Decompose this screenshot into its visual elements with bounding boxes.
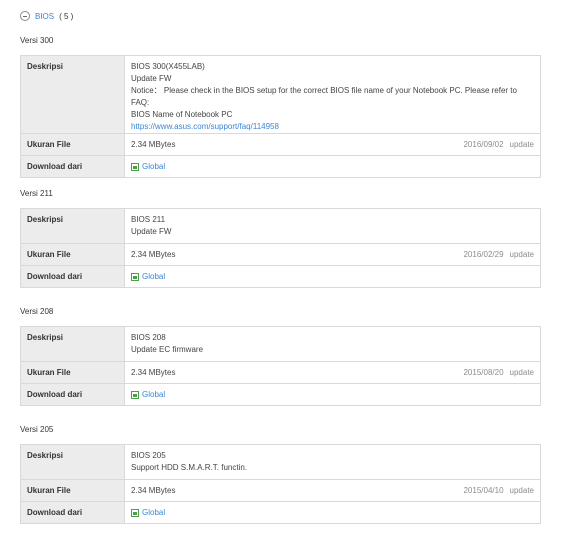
description-row: Deskripsi BIOS 205 Support HDD S.M.A.R.T… [20,444,541,480]
download-from-label: Download dari [20,265,125,288]
version-title: Versi 211 [20,189,53,198]
update-label: update [509,368,534,377]
download-from-label: Download dari [20,383,125,406]
file-size-cell: 2.34 MBytes 2015/04/10 update [124,479,541,502]
bios-count: ( 5 ) [59,11,74,21]
release-date: 2015/08/20 [463,368,504,377]
version-title: Versi 208 [20,307,54,316]
minus-circle-icon[interactable] [20,11,30,21]
version-table: Deskripsi BIOS 208 Update EC firmware Uk… [20,326,541,406]
version-block: Versi 208 Deskripsi BIOS 208 Update EC f… [20,305,541,406]
file-size-row: Ukuran File 2.34 MBytes 2016/09/02 update [20,133,541,156]
file-size-row: Ukuran File 2.34 MBytes 2015/08/20 update [20,361,541,384]
save-icon [131,391,139,399]
description-line: BIOS 211 [131,215,166,224]
file-size-cell: 2.34 MBytes 2016/02/29 update [124,243,541,266]
file-size-cell: 2.34 MBytes 2015/08/20 update [124,361,541,384]
save-icon [131,273,139,281]
download-row: Download dari Global [20,501,541,524]
download-row: Download dari Global [20,383,541,406]
description-line: BIOS Name of Notebook PC [131,110,233,119]
release-info: 2016/09/02 update [463,139,534,151]
download-cell: Global [125,266,541,288]
description-line: BIOS 300(X455LAB) [131,62,205,71]
description-line: Notice： Please check in the BIOS setup f… [131,86,517,107]
description-label: Deskripsi [20,444,125,480]
bios-section-header: BIOS ( 5 ) [20,9,73,23]
description-label: Deskripsi [20,208,125,244]
description-value: BIOS 211 Update FW [124,208,541,244]
download-global-link[interactable]: Global [131,389,165,401]
description-row: Deskripsi BIOS 208 Update EC firmware [20,326,541,362]
version-block: Versi 211 Deskripsi BIOS 211 Update FW U… [20,187,541,288]
file-size-content: 2.34 MBytes 2015/04/10 update [131,485,534,497]
description-value: BIOS 205 Support HDD S.M.A.R.T. functin. [124,444,541,480]
description-row: Deskripsi BIOS 300(X455LAB) Update FW No… [20,55,541,134]
update-label: update [509,250,534,259]
file-size-label: Ukuran File [20,361,125,384]
version-block: Versi 300 Deskripsi BIOS 300(X455LAB) Up… [20,34,541,178]
download-cell: Global [125,384,541,406]
download-row: Download dari Global [20,265,541,288]
download-label: Global [142,390,166,399]
file-size-value: 2.34 MBytes [131,368,176,377]
download-from-label: Download dari [20,501,125,524]
version-table: Deskripsi BIOS 300(X455LAB) Update FW No… [20,55,541,178]
file-size-cell: 2.34 MBytes 2016/09/02 update [124,133,541,156]
version-title: Versi 205 [20,425,54,434]
release-info: 2015/08/20 update [463,367,534,379]
save-icon [131,509,139,517]
version-table: Deskripsi BIOS 211 Update FW Ukuran File… [20,208,541,288]
faq-link[interactable]: https://www.asus.com/support/faq/114958 [131,121,534,133]
description-label: Deskripsi [20,326,125,362]
version-title: Versi 300 [20,36,54,45]
release-date: 2016/02/29 [463,250,504,259]
update-label: update [509,140,534,149]
description-line: Update EC firmware [131,345,204,354]
download-global-link[interactable]: Global [131,271,165,283]
description-row: Deskripsi BIOS 211 Update FW [20,208,541,244]
download-global-link[interactable]: Global [131,161,165,173]
file-size-label: Ukuran File [20,133,125,156]
update-label: update [509,486,534,495]
description-label: Deskripsi [20,55,125,134]
save-icon [131,163,139,171]
file-size-content: 2.34 MBytes 2016/02/29 update [131,249,534,261]
download-label: Global [142,162,166,171]
release-date: 2015/04/10 [463,486,504,495]
file-size-value: 2.34 MBytes [131,250,176,259]
bios-download-page: BIOS ( 5 ) Versi 300 Deskripsi BIOS 300(… [0,0,575,538]
description-line: BIOS 205 [131,451,166,460]
description-line: Update FW [131,227,172,236]
file-size-label: Ukuran File [20,243,125,266]
file-size-label: Ukuran File [20,479,125,502]
download-label: Global [142,508,166,517]
file-size-row: Ukuran File 2.34 MBytes 2015/04/10 update [20,479,541,502]
file-size-content: 2.34 MBytes 2015/08/20 update [131,367,534,379]
description-value: BIOS 208 Update EC firmware [124,326,541,362]
download-label: Global [142,272,166,281]
download-global-link[interactable]: Global [131,507,165,519]
file-size-content: 2.34 MBytes 2016/09/02 update [131,139,534,151]
description-value: BIOS 300(X455LAB) Update FW Notice： Plea… [124,55,541,134]
description-line: BIOS 208 [131,333,166,342]
download-from-label: Download dari [20,155,125,178]
release-info: 2015/04/10 update [463,485,534,497]
file-size-value: 2.34 MBytes [131,140,176,149]
description-line: Update FW [131,74,172,83]
bios-category-link[interactable]: BIOS [35,12,54,21]
release-info: 2016/02/29 update [463,249,534,261]
download-row: Download dari Global [20,155,541,178]
description-line: Support HDD S.M.A.R.T. functin. [131,463,248,472]
file-size-row: Ukuran File 2.34 MBytes 2016/02/29 update [20,243,541,266]
version-table: Deskripsi BIOS 205 Support HDD S.M.A.R.T… [20,444,541,524]
download-cell: Global [125,502,541,524]
download-cell: Global [125,156,541,178]
release-date: 2016/09/02 [463,140,504,149]
file-size-value: 2.34 MBytes [131,486,176,495]
version-block: Versi 205 Deskripsi BIOS 205 Support HDD… [20,423,541,524]
